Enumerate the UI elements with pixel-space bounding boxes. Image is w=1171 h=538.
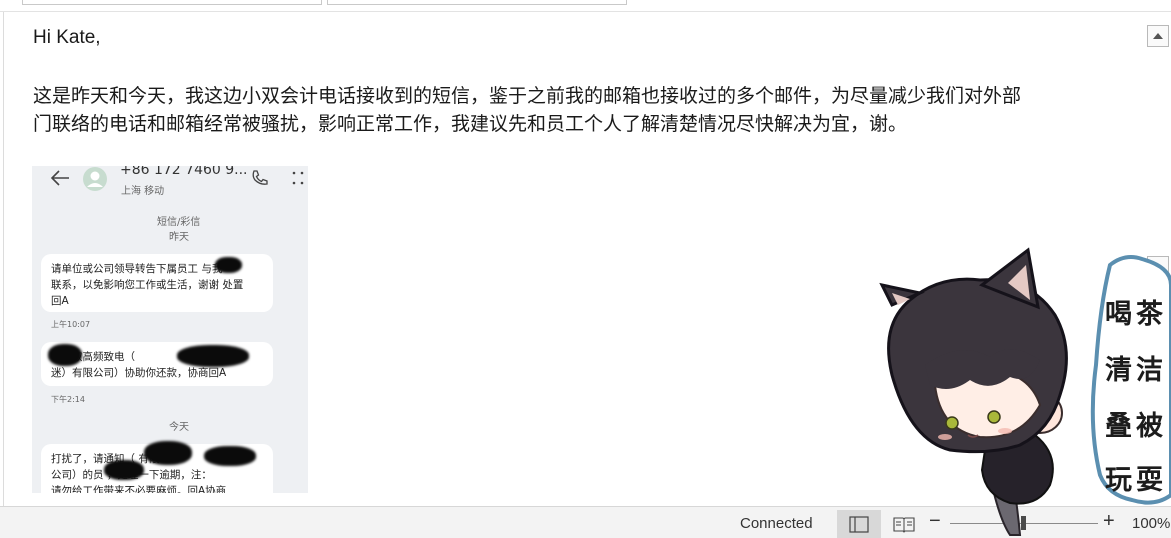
header-field-left[interactable] [22, 0, 322, 5]
normal-view-icon [849, 516, 869, 533]
contact-number: +86 172 7460 9... [120, 166, 248, 178]
sms-2-line-2: 迷）有限公司）协助你还款，协商回A [51, 367, 227, 379]
sticker-text: 被 [1136, 411, 1163, 442]
scroll-up-button[interactable] [1147, 25, 1169, 47]
sticker-text: 茶 [1136, 299, 1163, 330]
sms-3-line-3: 请勿给工作带来不必要麻烦。回A协商 [51, 485, 227, 493]
redaction-mark [48, 344, 82, 366]
redaction-mark [177, 345, 249, 367]
header-strip [0, 0, 1171, 12]
greeting-text: Hi Kate, [33, 27, 101, 48]
thread-type-label: 短信/彩信 [157, 217, 201, 228]
sms-1-time: 上午10:07 [51, 320, 91, 329]
sms-1-line-3: 回A [51, 295, 69, 307]
more-options-icon [292, 171, 304, 185]
paragraph-line-1: 这是昨天和今天，我这边小双会计电话接收到的短信，鉴于之前我的邮箱也接收过的多个邮… [33, 85, 1022, 107]
sms-2-time: 下午2:14 [51, 395, 85, 404]
back-arrow-icon [50, 170, 69, 186]
redaction-mark [144, 441, 192, 465]
day-label-yesterday: 昨天 [169, 232, 189, 243]
contact-location: 上海 移动 [121, 186, 165, 197]
redaction-mark [104, 460, 144, 480]
sticker-text: 玩 [1105, 465, 1132, 496]
sticker-text: 清 [1105, 355, 1132, 386]
sticker-text: 叠 [1105, 411, 1132, 442]
redaction-mark [215, 257, 242, 273]
phone-call-icon [252, 170, 268, 185]
day-label-today: 今天 [169, 422, 189, 433]
sticker-text: 洁 [1136, 355, 1163, 386]
sms-1-line-2: 联系，以免影响您工作或生活，谢谢 处置 [51, 279, 244, 291]
sms-3-line-2: 公司）的员 ，处理一下逾期，注： [51, 469, 212, 481]
connection-status: Connected [740, 515, 813, 532]
sms-screenshot-image: +86 172 7460 9... 上海 移动 短信/彩信 昨天 请单位或公司领… [32, 166, 308, 493]
chevron-up-icon [1153, 33, 1163, 39]
sticker-text: 耍 [1136, 465, 1163, 496]
header-field-right[interactable] [327, 0, 627, 5]
phone-header: +86 172 7460 9... 上海 移动 [32, 166, 308, 206]
redaction-mark [204, 446, 256, 466]
paragraph-line-2: 门联络的电话和邮箱经常被骚扰，影响正常工作，我建议先和员工个人了解清楚情况尽快解… [33, 113, 908, 135]
cat-sticker-image: 喝 茶 清 洁 叠 被 玩 耍 [870, 245, 1171, 538]
sticker-text: 喝 [1105, 299, 1132, 330]
contact-avatar-icon [83, 167, 107, 191]
